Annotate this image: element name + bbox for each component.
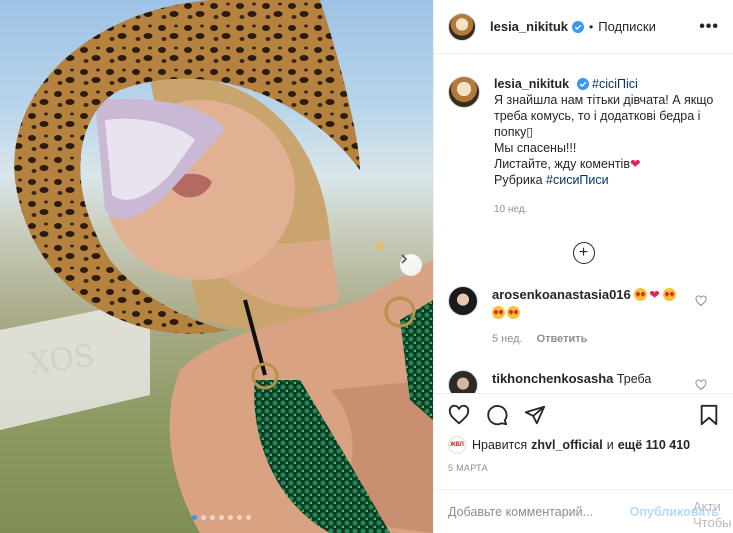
hashtag-link[interactable]: #сісіПісі: [592, 77, 638, 91]
post-photo[interactable]: XOS: [0, 0, 433, 533]
verified-badge-icon: [576, 78, 589, 90]
likes-summary: ЖВЛ Нравится zhvl_official и ещё 110 410: [448, 436, 719, 454]
heart-eyes-emoji-icon: [663, 288, 677, 301]
watermark-line-1: Акти: [693, 499, 721, 514]
post-side-panel: lesia_nikituk • Подписки ••• lesia_nikit…: [433, 0, 733, 533]
plus-icon: +: [578, 244, 589, 261]
carousel-dot: [210, 515, 215, 520]
post-date[interactable]: 5 МАРТА: [448, 463, 488, 473]
liker-username[interactable]: zhvl_official: [531, 438, 603, 452]
caption-time[interactable]: 10 нед.: [494, 202, 719, 218]
comment-input[interactable]: [448, 504, 628, 519]
heart-emoji-icon: ❤: [629, 157, 641, 171]
like-comment-heart-icon[interactable]: [695, 295, 707, 307]
comment-text: Треба: [616, 372, 652, 386]
caption-body: lesia_nikituk #сісіПісі Я знайшла нам ті…: [494, 76, 719, 218]
commenter-avatar[interactable]: [448, 370, 478, 393]
heart-eyes-emoji-icon: [507, 306, 520, 319]
post-caption: lesia_nikituk #сісіПісі Я знайшла нам ті…: [448, 56, 719, 218]
verified-badge-icon: [572, 20, 585, 33]
chevron-right-icon: [401, 254, 408, 264]
comments-list[interactable]: lesia_nikituk #сісіПісі Я знайшла нам ті…: [434, 56, 733, 393]
comment-body: tikhonchenkosasha Треба: [492, 370, 682, 393]
like-heart-icon[interactable]: [448, 404, 470, 426]
caption-line-3: Листайте, жду коментів: [494, 157, 630, 171]
comment-meta: 5 нед. Ответить: [492, 330, 682, 348]
post-header: lesia_nikituk • Подписки •••: [434, 0, 733, 54]
author-username[interactable]: lesia_nikituk: [490, 19, 568, 34]
more-options-button[interactable]: •••: [699, 18, 719, 36]
author-avatar[interactable]: [448, 12, 476, 41]
like-comment-heart-icon[interactable]: [695, 379, 707, 391]
activation-watermark: Акти Чтобы: [693, 499, 733, 531]
carousel-dot: [237, 515, 242, 520]
comment-item: tikhonchenkosasha Треба: [448, 370, 719, 393]
carousel-indicator: [192, 515, 251, 520]
carousel-dot: [228, 515, 233, 520]
post-actions: ЖВЛ Нравится zhvl_official и ещё 110 410: [434, 393, 733, 454]
likes-and: и: [606, 438, 614, 452]
emoji-placeholder: ▯: [526, 125, 534, 139]
caption-author[interactable]: lesia_nikituk: [494, 77, 569, 91]
comment-time[interactable]: 5 нед.: [492, 330, 523, 348]
carousel-dot: [219, 515, 224, 520]
commenter-avatar[interactable]: [448, 286, 478, 316]
heart-eyes-emoji-icon: [492, 306, 505, 319]
load-more-comments-button[interactable]: +: [572, 242, 595, 264]
add-comment-bar: Опубликовать: [434, 489, 733, 533]
caption-line-4-prefix: Рубрика: [494, 173, 543, 187]
separator-dot: •: [589, 19, 594, 34]
carousel-dot: [201, 515, 206, 520]
hashtag-link[interactable]: #сисиПиси: [546, 173, 609, 187]
carousel-dot: [246, 515, 251, 520]
caption-avatar[interactable]: [448, 76, 480, 108]
photo-illustration: XOS: [0, 0, 433, 533]
carousel-next-button[interactable]: [400, 254, 422, 276]
likes-prefix: Нравится: [472, 438, 528, 452]
comment-item: arosenkoanastasia016 ❤ 5 нед. Ответить: [448, 286, 719, 348]
heart-eyes-emoji-icon: [634, 288, 648, 301]
comment-author[interactable]: tikhonchenkosasha: [492, 371, 613, 386]
share-paper-plane-icon[interactable]: [524, 404, 546, 426]
likes-count[interactable]: ещё 110 410: [618, 438, 690, 452]
reply-button[interactable]: Ответить: [537, 330, 588, 348]
following-button[interactable]: Подписки: [598, 19, 656, 34]
carousel-dot: [192, 515, 197, 520]
comment-body: arosenkoanastasia016 ❤ 5 нед. Ответить: [492, 286, 682, 348]
comment-author[interactable]: arosenkoanastasia016: [492, 287, 631, 302]
action-icons: [448, 404, 719, 426]
liker-avatar[interactable]: ЖВЛ: [448, 436, 466, 454]
comment-bubble-icon[interactable]: [486, 404, 508, 426]
heart-emoji-icon: ❤: [649, 288, 660, 302]
caption-line-2: Мы спасены!!!: [494, 141, 577, 155]
watermark-line-2: Чтобы: [693, 515, 732, 530]
bookmark-icon[interactable]: [699, 404, 719, 426]
